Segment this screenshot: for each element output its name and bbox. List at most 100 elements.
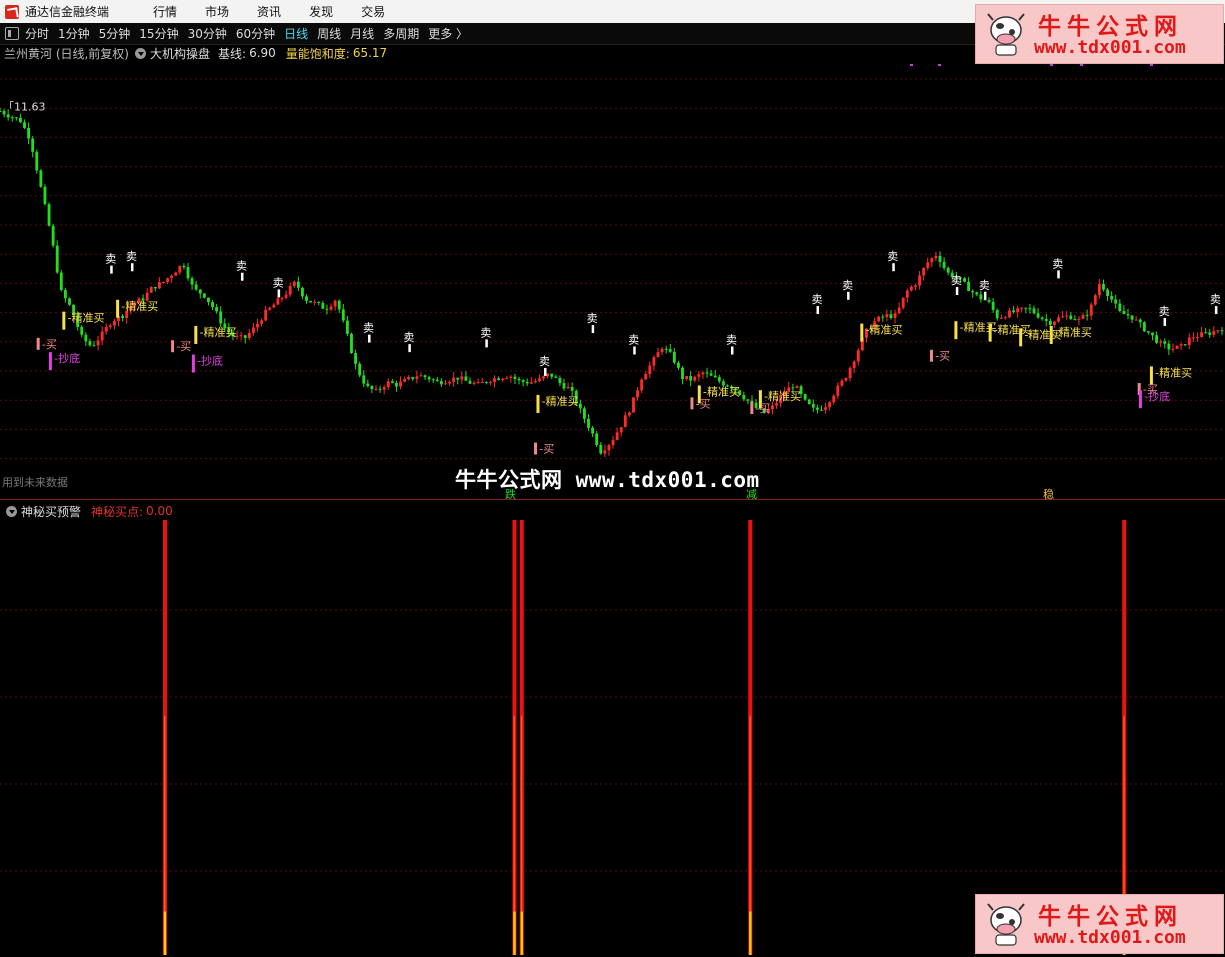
candle-body bbox=[1069, 315, 1073, 320]
candle-body bbox=[1147, 331, 1150, 333]
period-30min[interactable]: 30分钟 bbox=[188, 25, 227, 42]
top-dot bbox=[1150, 64, 1153, 66]
alert-bar-mid bbox=[520, 715, 523, 912]
candle-body bbox=[1102, 283, 1105, 290]
buy-signal-bar bbox=[750, 402, 754, 415]
candle-body bbox=[1110, 295, 1114, 300]
precise-signal-bar bbox=[116, 299, 120, 318]
period-60min[interactable]: 60分钟 bbox=[236, 25, 275, 42]
candle-body bbox=[419, 375, 423, 377]
candle-body bbox=[914, 285, 917, 287]
candle-body bbox=[922, 267, 926, 276]
precise-signal-label: -精准买 bbox=[121, 300, 158, 313]
stock-name[interactable]: 兰州黄河 (日线,前复权) bbox=[4, 45, 129, 62]
panel-toggle-icon[interactable] bbox=[5, 27, 19, 40]
candle-body bbox=[717, 377, 721, 382]
candle-body bbox=[1114, 299, 1118, 304]
candle-body bbox=[157, 282, 161, 289]
precise-signal-bar bbox=[62, 311, 66, 330]
candle-body bbox=[472, 382, 476, 384]
period-5min[interactable]: 5分钟 bbox=[99, 25, 131, 42]
period-multi[interactable]: 多周期 bbox=[383, 25, 419, 42]
mystery-buy-value: 0.00 bbox=[146, 504, 173, 518]
candle-body bbox=[570, 386, 574, 391]
buy-signal-label: -买 bbox=[539, 443, 554, 456]
app-logo-icon bbox=[5, 4, 19, 19]
candle-body bbox=[1040, 317, 1044, 319]
candle-body bbox=[656, 352, 660, 358]
main-info-bar: 兰州黄河 (日线,前复权) 大机构操盘 基线: 6.90 量能饱和度: 65.1… bbox=[0, 44, 387, 62]
candle-body bbox=[407, 377, 411, 380]
candle-body bbox=[88, 341, 92, 346]
menu-news[interactable]: 资讯 bbox=[257, 3, 281, 20]
candle-body bbox=[562, 383, 566, 389]
candle-body bbox=[1065, 315, 1069, 317]
candle-body bbox=[296, 281, 300, 288]
precise-signal-bar bbox=[860, 323, 864, 342]
menu-quotes[interactable]: 行情 bbox=[153, 3, 177, 20]
candle-body bbox=[709, 373, 713, 376]
bottom-signal-label: -抄底 bbox=[1144, 389, 1170, 403]
candle-body bbox=[337, 300, 341, 310]
alert-chart[interactable] bbox=[0, 520, 1225, 957]
candle-body bbox=[644, 373, 648, 380]
period-intraday[interactable]: 分时 bbox=[25, 25, 49, 42]
period-weekly[interactable]: 周线 bbox=[317, 25, 341, 42]
candle-body bbox=[31, 138, 35, 152]
candle-body bbox=[207, 297, 210, 303]
candle-body bbox=[341, 309, 345, 321]
candle-body bbox=[448, 381, 451, 384]
candle-body bbox=[39, 170, 43, 187]
candle-body bbox=[558, 377, 562, 384]
candle-body bbox=[55, 245, 59, 273]
candle-body bbox=[276, 298, 280, 305]
candle-body bbox=[211, 302, 214, 308]
indicator-menu-icon[interactable] bbox=[135, 47, 146, 59]
candle-body bbox=[975, 292, 979, 295]
candle-body bbox=[35, 151, 39, 171]
candle-body bbox=[415, 376, 419, 379]
candle-body bbox=[292, 281, 296, 287]
candle-body bbox=[313, 301, 317, 303]
candle-body bbox=[550, 373, 554, 377]
sell-signal-label: 卖 bbox=[887, 250, 898, 263]
candle-body bbox=[963, 278, 966, 282]
period-daily[interactable]: 日线 bbox=[284, 25, 308, 42]
precise-signal-bar bbox=[194, 325, 198, 344]
candle-body bbox=[844, 378, 848, 381]
period-1min[interactable]: 1分钟 bbox=[58, 25, 90, 42]
candle-body bbox=[480, 381, 484, 383]
period-monthly[interactable]: 月线 bbox=[350, 25, 374, 42]
alert-bar-core bbox=[520, 911, 523, 955]
future-data-note: 用到未来数据 bbox=[2, 476, 68, 489]
kline-chart[interactable]: 「11.63卖 卖卖卖卖卖 卖卖卖卖 卖卖卖卖卖 卖卖卖卖-精准买-精准买-精准买-精准… bbox=[0, 62, 1225, 500]
candle-body bbox=[84, 334, 88, 342]
candle-body bbox=[362, 375, 366, 384]
sub-indicator-name[interactable]: 神秘买预警 bbox=[21, 503, 81, 520]
sell-signal-bar bbox=[485, 339, 488, 348]
candle-body bbox=[350, 333, 353, 354]
period-more[interactable]: 更多 〉 bbox=[428, 25, 468, 42]
candle-body bbox=[186, 267, 190, 279]
candle-body bbox=[354, 353, 357, 364]
candle-body bbox=[583, 408, 586, 419]
candle-body bbox=[1134, 319, 1138, 321]
indicator-name[interactable]: 大机构操盘 bbox=[150, 45, 210, 62]
candle-body bbox=[456, 377, 460, 380]
candle-body bbox=[999, 317, 1003, 319]
watermark-cn: 牛牛公式网 bbox=[455, 468, 563, 492]
candle-body bbox=[521, 380, 525, 382]
menu-trade[interactable]: 交易 bbox=[361, 3, 385, 20]
candle-body bbox=[505, 377, 509, 379]
sub-indicator-menu-icon[interactable] bbox=[6, 505, 17, 517]
menu-discover[interactable]: 发现 bbox=[309, 3, 333, 20]
precise-signal-label: -精准买 bbox=[1155, 366, 1192, 379]
sell-signal-label: 卖 bbox=[979, 279, 990, 292]
candle-body bbox=[632, 397, 635, 413]
period-15min[interactable]: 15分钟 bbox=[139, 25, 178, 42]
candle-body bbox=[1024, 307, 1028, 309]
candle-body bbox=[1008, 310, 1011, 318]
candle-body bbox=[705, 372, 709, 374]
app-title: 通达信金融终端 bbox=[25, 5, 110, 19]
menu-market[interactable]: 市场 bbox=[205, 3, 229, 20]
